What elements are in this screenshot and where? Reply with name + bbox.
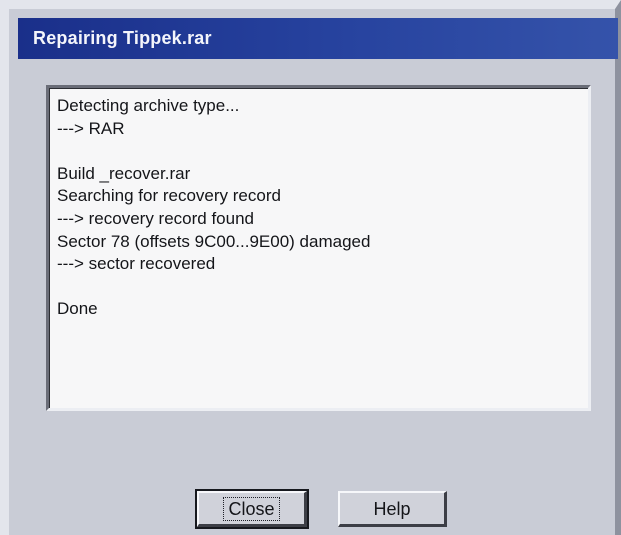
log-line: Build _recover.rar xyxy=(57,163,191,183)
dialog-title: Repairing Tippek.rar xyxy=(33,28,212,48)
log-line: ---> sector recovered xyxy=(57,254,216,274)
log-line: Done xyxy=(57,299,98,319)
log-line xyxy=(57,276,370,299)
help-button-label: Help xyxy=(373,499,411,519)
log-line: Searching for recovery record xyxy=(57,186,281,206)
close-button[interactable]: Close xyxy=(195,489,309,529)
log-line: Sector 78 (offsets 9C00...9E00) damaged xyxy=(57,231,371,251)
repair-dialog: Repairing Tippek.rar Detecting archive t… xyxy=(0,0,621,535)
log-lines: Detecting archive type... ---> RAR Build… xyxy=(57,95,370,321)
repair-log[interactable]: Detecting archive type... ---> RAR Build… xyxy=(46,85,591,411)
close-button-label: Close xyxy=(223,497,280,521)
log-line: Detecting archive type... xyxy=(57,96,240,115)
log-line: ---> RAR xyxy=(57,118,125,138)
help-button[interactable]: Help xyxy=(338,491,447,527)
log-line xyxy=(57,140,370,163)
title-bar[interactable]: Repairing Tippek.rar xyxy=(18,18,618,59)
log-line: ---> recovery record found xyxy=(57,208,254,228)
